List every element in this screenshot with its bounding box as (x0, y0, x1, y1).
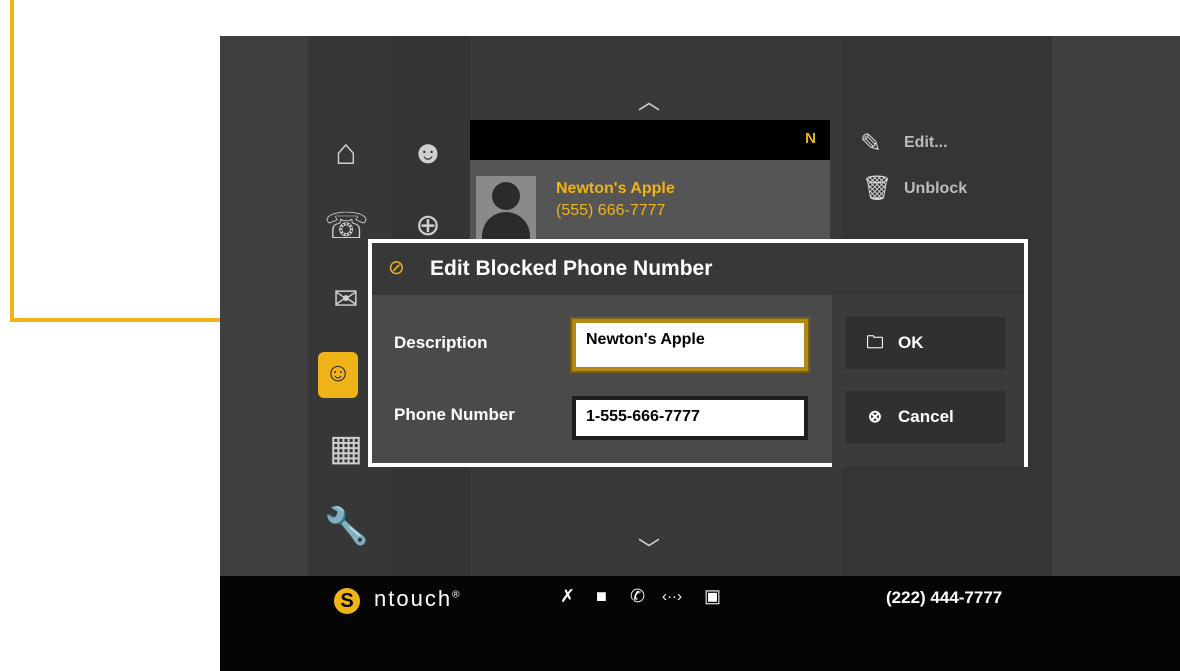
brand-text: ntouch (374, 586, 453, 611)
folder-check-icon: 🗀 (866, 333, 884, 352)
mute-microphone-icon[interactable]: ✗ (560, 586, 575, 607)
video-camera-icon[interactable]: ■ (596, 586, 607, 607)
cancel-circle-icon: ⊗ (867, 407, 883, 426)
pencil-icon: ✎ (860, 128, 882, 158)
brand-mark: ® (452, 589, 462, 601)
wrench-icon[interactable]: 🔧 (324, 506, 369, 546)
edit-blocked-number-dialog: ⊘ Edit Blocked Phone Number Description … (368, 239, 1028, 467)
trash-icon: 🗑 (862, 175, 893, 202)
contact-face-icon[interactable]: ☻ (406, 132, 450, 172)
avatar (476, 176, 536, 240)
mail-icon[interactable]: ✉ (324, 280, 368, 320)
cancel-label: Cancel (898, 407, 954, 426)
phone-icon[interactable]: ✆ (630, 586, 645, 607)
dialog-title-bar: ⊘ Edit Blocked Phone Number (372, 243, 1024, 295)
dialog-title: Edit Blocked Phone Number (430, 257, 713, 280)
description-field[interactable]: Newton's Apple (572, 319, 808, 371)
contact-row[interactable]: Newton's Apple (555) 666-7777 (470, 160, 830, 240)
scroll-up-icon[interactable]: ︿ (638, 84, 660, 116)
taskbar: S ntouch® ✗ ■ ✆ ‹··› ▣ (222) 444-7777 (220, 576, 1180, 671)
video-film-icon[interactable]: ▦ (324, 428, 368, 468)
scroll-down-icon[interactable]: ﹀ (638, 532, 660, 564)
contacts-icon[interactable]: ☺ (318, 352, 358, 398)
avatar-head-shape (492, 182, 520, 210)
avatar-body-shape (482, 212, 530, 240)
brand-name: ntouch® (374, 586, 461, 612)
self-view-icon[interactable]: ▣ (704, 586, 721, 607)
contact-name: Newton's Apple (556, 180, 675, 197)
description-label: Description (394, 333, 488, 352)
section-letter: N (805, 130, 816, 147)
edit-label: Edit... (904, 134, 948, 151)
device-screen: ⌂ ☏ ✉ ☺ ▦ 🔧 ☻ ⊕ ︿ ﹀ N Newton's Apple (55… (220, 36, 1180, 671)
sorenson-logo-icon: S (334, 588, 360, 614)
list-section-header: N (470, 120, 830, 160)
user-phone-number: (222) 444-7777 (886, 588, 1003, 607)
network-icon[interactable]: ‹··› (662, 588, 682, 605)
phone-number-label: Phone Number (394, 405, 515, 424)
ok-button[interactable]: 🗀 OK (846, 317, 1006, 369)
callout-line-vertical (10, 0, 14, 322)
phone-number-field[interactable]: 1-555-666-7777 (572, 396, 808, 440)
ok-label: OK (898, 333, 924, 352)
contact-number: (555) 666-7777 (556, 202, 666, 219)
blocked-number-icon: ⊘ (388, 257, 405, 279)
cancel-button[interactable]: ⊗ Cancel (846, 391, 1006, 443)
home-icon[interactable]: ⌂ (324, 132, 368, 172)
unblock-label: Unblock (904, 180, 968, 197)
call-history-icon[interactable]: ☏ (324, 206, 369, 246)
